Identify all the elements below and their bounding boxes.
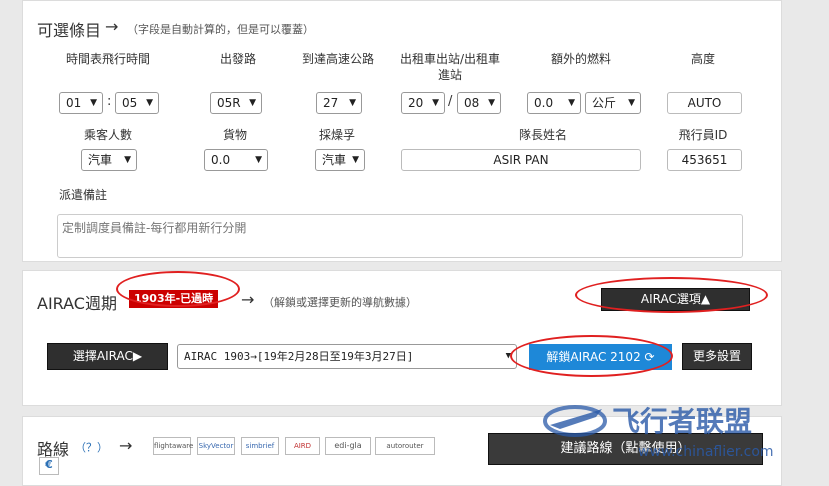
optional-entries-title: 可選條目 (37, 21, 102, 40)
optional-entries-note: （字段是自動計算的，但是可以覆蓋） (127, 23, 314, 36)
label-captain-name: 隊長姓名 (518, 128, 567, 142)
chevron-down-icon: ▼ (124, 155, 131, 165)
label-crew: 採燥孚 (318, 128, 355, 142)
airac-options-button[interactable]: AIRAC選項▲ (601, 288, 750, 311)
watermark-cn-text: 飞行者联盟 (612, 405, 753, 438)
cargo-select[interactable]: 0.0 ▼ (204, 149, 268, 171)
label-departure-runway: 出發路 (219, 52, 256, 66)
flightaware-logo[interactable]: flightaware (153, 437, 193, 455)
more-settings-button[interactable]: 更多設置 (682, 343, 752, 370)
chevron-down-icon: ▼ (352, 155, 359, 165)
airac-title: AIRAC週期 (37, 294, 117, 313)
label-altitude: 高度 (690, 52, 715, 66)
arrow-right-icon: → (119, 436, 133, 455)
skyvector-logo[interactable]: SkyVector (197, 437, 235, 455)
label-arrival-runway: 到達高速公路 (301, 52, 374, 66)
chevron-down-icon: ▼ (349, 98, 356, 108)
label-pilot-id: 飛行員ID (678, 128, 728, 142)
passengers-select[interactable]: 汽車 ▼ (81, 149, 137, 171)
extra-fuel-select[interactable]: 0.0 ▼ (527, 92, 581, 114)
label-dispatch-remarks: 派遣備註 (59, 188, 108, 202)
departure-runway-select[interactable]: 05R ▼ (210, 92, 262, 114)
unlock-airac-button[interactable]: 解鎖AIRAC 2102 ⟳ (529, 344, 672, 370)
airac-cycle-select[interactable]: AIRAC 1903→[19年2月28日至19年3月27日] ▼ (177, 344, 517, 369)
altitude-input[interactable]: AUTO (667, 92, 742, 114)
label-schedule-time: 時間表飛行時間 (65, 52, 150, 66)
crew-select[interactable]: 汽車 ▼ (315, 149, 365, 171)
route-help-link[interactable]: （？） (75, 439, 108, 455)
dispatch-remarks-textarea[interactable] (57, 214, 743, 258)
chevron-down-icon: ▼ (505, 351, 511, 361)
schedule-minute-select[interactable]: 05 ▼ (115, 92, 159, 114)
arrival-runway-select[interactable]: 27 ▼ (316, 92, 362, 114)
fuel-unit-select[interactable]: 公斤 ▼ (585, 92, 641, 114)
aird-logo[interactable]: AIRD (285, 437, 320, 455)
select-airac-button[interactable]: 選擇AIRAC▶ (47, 343, 168, 370)
airac-panel: AIRAC週期 1903年-已過時 → （解鎖或選擇更新的導航數據） AIRAC… (22, 270, 782, 406)
chevron-down-icon: ▼ (432, 98, 439, 108)
arrow-right-icon: → (241, 290, 255, 309)
time-separator: : (107, 94, 112, 109)
chevron-down-icon: ▼ (249, 98, 256, 108)
label-cargo: 貨物 (222, 128, 247, 142)
chevron-down-icon: ▼ (146, 98, 153, 108)
arrow-right-icon: → (105, 17, 119, 36)
autorouter-logo[interactable]: autorouter (375, 437, 435, 455)
watermark-url-text: www.chinaflier.com (638, 444, 774, 460)
chevron-down-icon: ▼ (90, 98, 97, 108)
chevron-down-icon: ▼ (255, 155, 262, 165)
chevron-down-icon: ▼ (628, 98, 635, 108)
chevron-down-icon: ▼ (568, 98, 575, 108)
label-passengers: 乘客人數 (83, 128, 132, 142)
simbrief-logo[interactable]: simbrief (241, 437, 279, 455)
schedule-hour-select[interactable]: 01 ▼ (59, 92, 103, 114)
pilot-id-input[interactable]: 453651 (667, 149, 742, 171)
taxi-separator: / (448, 94, 453, 109)
chevron-down-icon: ▼ (488, 98, 495, 108)
captain-name-input[interactable]: ASIR PAN (401, 149, 641, 171)
taxi-out-select[interactable]: 20 ▼ (401, 92, 445, 114)
airac-outdated-badge: 1903年-已過時 (129, 290, 219, 308)
label-taxi-times: 出租車出站/出租車進站 (399, 52, 501, 82)
label-extra-fuel: 額外的燃料 (550, 52, 611, 66)
euro-icon[interactable]: € (39, 457, 59, 475)
optional-entries-panel: 可選條目 → （字段是自動計算的，但是可以覆蓋） 時間表飛行時間 出發路 到達高… (22, 0, 782, 262)
spinner-icon: ⟳ (644, 350, 655, 364)
taxi-in-select[interactable]: 08 ▼ (457, 92, 501, 114)
airac-note: （解鎖或選擇更新的導航數據） (263, 296, 417, 309)
edi-gla-logo[interactable]: edi-gla (325, 437, 371, 455)
plane-logo-icon (540, 395, 610, 445)
